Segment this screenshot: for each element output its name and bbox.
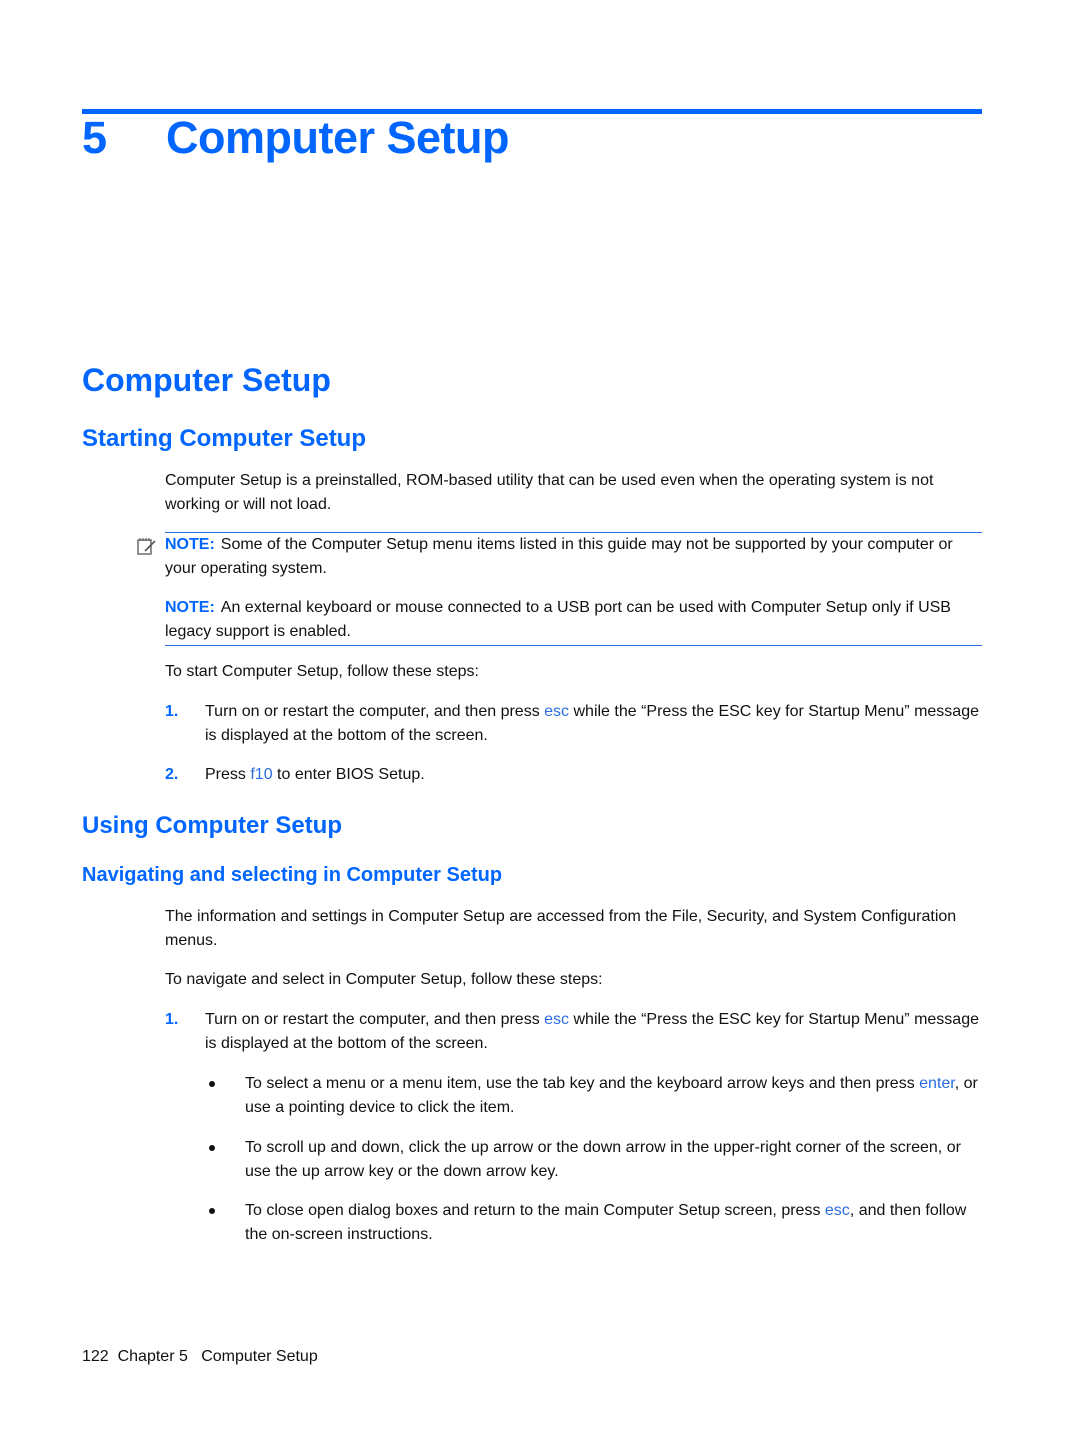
key-esc: esc <box>544 1011 570 1028</box>
step-text: Turn on or restart the computer, and the… <box>205 1008 985 1056</box>
step-text-part: Turn on or restart the computer, and the… <box>205 703 545 720</box>
footer-chapter-label: Chapter 5 <box>117 1348 188 1365</box>
bullet-text-part: To close open dialog boxes and return to… <box>245 1202 825 1219</box>
starting-heading: Starting Computer Setup <box>82 425 367 452</box>
step-text-part: to enter BIOS Setup. <box>272 766 425 783</box>
bullet-icon <box>209 1145 215 1151</box>
bullet-text-part: To select a menu or a menu item, use the… <box>245 1075 920 1092</box>
note-label: NOTE: <box>165 536 215 553</box>
bullet-text: To select a menu or a menu item, use the… <box>245 1072 985 1120</box>
starting-steps-intro: To start Computer Setup, follow these st… <box>165 663 479 680</box>
using-intro: The information and settings in Computer… <box>165 908 957 949</box>
note-text: An external keyboard or mouse connected … <box>165 599 951 640</box>
step-text-part: Press <box>205 766 251 783</box>
key-f10: f10 <box>250 766 273 783</box>
step-text: Press f10 to enter BIOS Setup. <box>205 763 985 787</box>
key-esc: esc <box>824 1202 850 1219</box>
navigating-subheading: Navigating and selecting in Computer Set… <box>82 864 503 886</box>
bullet-text-part: To scroll up and down, click the up arro… <box>245 1139 961 1180</box>
bullet-icon <box>209 1081 215 1087</box>
step-text-part: Turn on or restart the computer, and the… <box>205 1011 545 1028</box>
chapter-title-text: Computer Setup <box>166 112 510 163</box>
using-heading: Using Computer Setup <box>82 812 343 839</box>
note-block: NOTE: Some of the Computer Setup menu ite… <box>165 532 982 646</box>
chapter-title: 5 Computer Setup <box>82 112 510 164</box>
key-enter: enter <box>919 1075 955 1092</box>
note-icon <box>137 538 156 555</box>
step-number: 1. <box>165 703 179 720</box>
step-number: 2. <box>165 766 179 783</box>
bullet-text: To scroll up and down, click the up arro… <box>245 1136 985 1184</box>
note-2: NOTE: An external keyboard or mouse conne… <box>165 596 980 644</box>
section-title: Computer Setup <box>82 362 331 398</box>
note-1: NOTE: Some of the Computer Setup menu ite… <box>165 533 980 581</box>
footer-chapter-title: Computer Setup <box>201 1348 318 1365</box>
step-text: Turn on or restart the computer, and the… <box>205 700 985 748</box>
bullet-icon <box>209 1208 215 1214</box>
step-number: 1. <box>165 1011 179 1028</box>
page-number: 122 <box>82 1348 109 1365</box>
key-esc: esc <box>544 703 570 720</box>
note-label: NOTE: <box>165 599 215 616</box>
starting-intro: Computer Setup is a preinstalled, ROM-ba… <box>165 472 934 513</box>
bullet-text: To close open dialog boxes and return to… <box>245 1199 985 1247</box>
chapter-number: 5 <box>82 112 107 163</box>
note-text: Some of the Computer Setup menu items li… <box>165 536 953 577</box>
using-steps-intro: To navigate and select in Computer Setup… <box>165 971 603 988</box>
page-footer: 122 Chapter 5 Computer Setup <box>82 1348 318 1366</box>
